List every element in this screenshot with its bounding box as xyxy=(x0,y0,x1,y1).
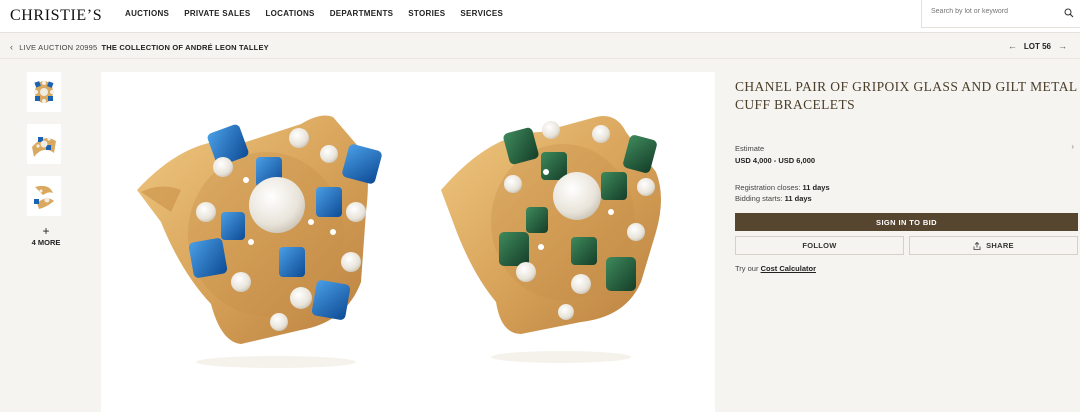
bidding-value: 11 days xyxy=(784,194,812,203)
nav-auctions[interactable]: AUCTIONS xyxy=(125,9,169,18)
top-navigation: CHRISTIE’S AUCTIONS PRIVATE SALES LOCATI… xyxy=(0,0,1080,33)
breadcrumb-collection[interactable]: THE COLLECTION OF ANDRÉ LEON TALLEY xyxy=(101,43,268,52)
thumbnail-3[interactable] xyxy=(27,176,61,216)
search-icon[interactable] xyxy=(1064,8,1074,18)
share-icon xyxy=(973,241,981,250)
estimate-value: USD 4,000 - USD 6,000 xyxy=(735,156,816,165)
christies-logo[interactable]: CHRISTIE’S xyxy=(10,7,102,25)
search-box xyxy=(921,0,1080,28)
lot-number: LOT 56 xyxy=(1023,41,1051,51)
green-cuff-bracelet xyxy=(441,116,661,334)
cost-calculator-link[interactable]: Cost Calculator xyxy=(761,264,816,273)
thumbnail-brooch-image xyxy=(34,81,54,103)
nav-private-sales[interactable]: PRIVATE SALES xyxy=(184,9,250,18)
search-input[interactable] xyxy=(931,8,1056,15)
thumbnail-cuff-side-image xyxy=(32,137,56,157)
thumbnail-2[interactable] xyxy=(27,124,61,164)
chevron-right-icon[interactable]: › xyxy=(1071,142,1074,151)
chevron-left-icon: ‹ xyxy=(10,42,14,52)
main-lot-image[interactable] xyxy=(101,72,715,412)
cost-calculator-line: Try our Cost Calculator xyxy=(735,264,1078,273)
follow-label: FOLLOW xyxy=(802,241,837,250)
follow-button[interactable]: FOLLOW xyxy=(735,236,904,255)
registration-closes: Registration closes: 11 days xyxy=(735,183,1078,192)
registration-label: Registration closes: xyxy=(735,183,801,192)
thumbnail-1[interactable] xyxy=(27,72,61,112)
lot-navigation: ← LOT 56 → xyxy=(1001,41,1074,51)
cuff-bracelets-photo xyxy=(137,115,661,368)
nav-departments[interactable]: DEPARTMENTS xyxy=(330,9,394,18)
estimate-label: Estimate xyxy=(735,144,765,153)
sign-in-to-bid-button[interactable]: SIGN IN TO BID xyxy=(735,213,1078,231)
nav-locations[interactable]: LOCATIONS xyxy=(265,9,314,18)
more-images-label: 4 MORE xyxy=(31,238,61,247)
thumbnail-cuff-open-image xyxy=(34,185,54,209)
nav-services[interactable]: SERVICES xyxy=(460,9,503,18)
plus-icon: + xyxy=(42,224,50,238)
breadcrumb-bar: ‹ LIVE AUCTION 20995 THE COLLECTION OF A… xyxy=(0,33,1080,59)
calc-prefix: Try our xyxy=(735,264,759,273)
secondary-actions: FOLLOW SHARE xyxy=(735,236,1078,255)
share-label: SHARE xyxy=(986,241,1014,250)
breadcrumb[interactable]: ‹ LIVE AUCTION 20995 THE COLLECTION OF A… xyxy=(10,42,269,52)
share-button[interactable]: SHARE xyxy=(909,236,1078,255)
previous-lot-arrow-icon[interactable]: ← xyxy=(1008,41,1017,51)
blue-cuff-bracelet xyxy=(137,115,382,344)
lot-info-panel: CHANEL PAIR OF GRIPOIX GLASS AND GILT ME… xyxy=(735,78,1078,273)
next-lot-arrow-icon[interactable]: → xyxy=(1058,41,1067,51)
bidding-label: Bidding starts: xyxy=(735,194,783,203)
breadcrumb-auction[interactable]: LIVE AUCTION 20995 xyxy=(19,43,97,52)
more-images-button[interactable]: + 4 MORE xyxy=(27,224,65,247)
registration-value: 11 days xyxy=(802,183,830,192)
lot-title: CHANEL PAIR OF GRIPOIX GLASS AND GILT ME… xyxy=(735,79,1078,112)
nav-stories[interactable]: STORIES xyxy=(408,9,445,18)
main-nav: AUCTIONS PRIVATE SALES LOCATIONS DEPARTM… xyxy=(125,9,518,18)
bidding-starts: Bidding starts: 11 days xyxy=(735,194,1078,203)
thumbnail-strip xyxy=(27,72,63,228)
